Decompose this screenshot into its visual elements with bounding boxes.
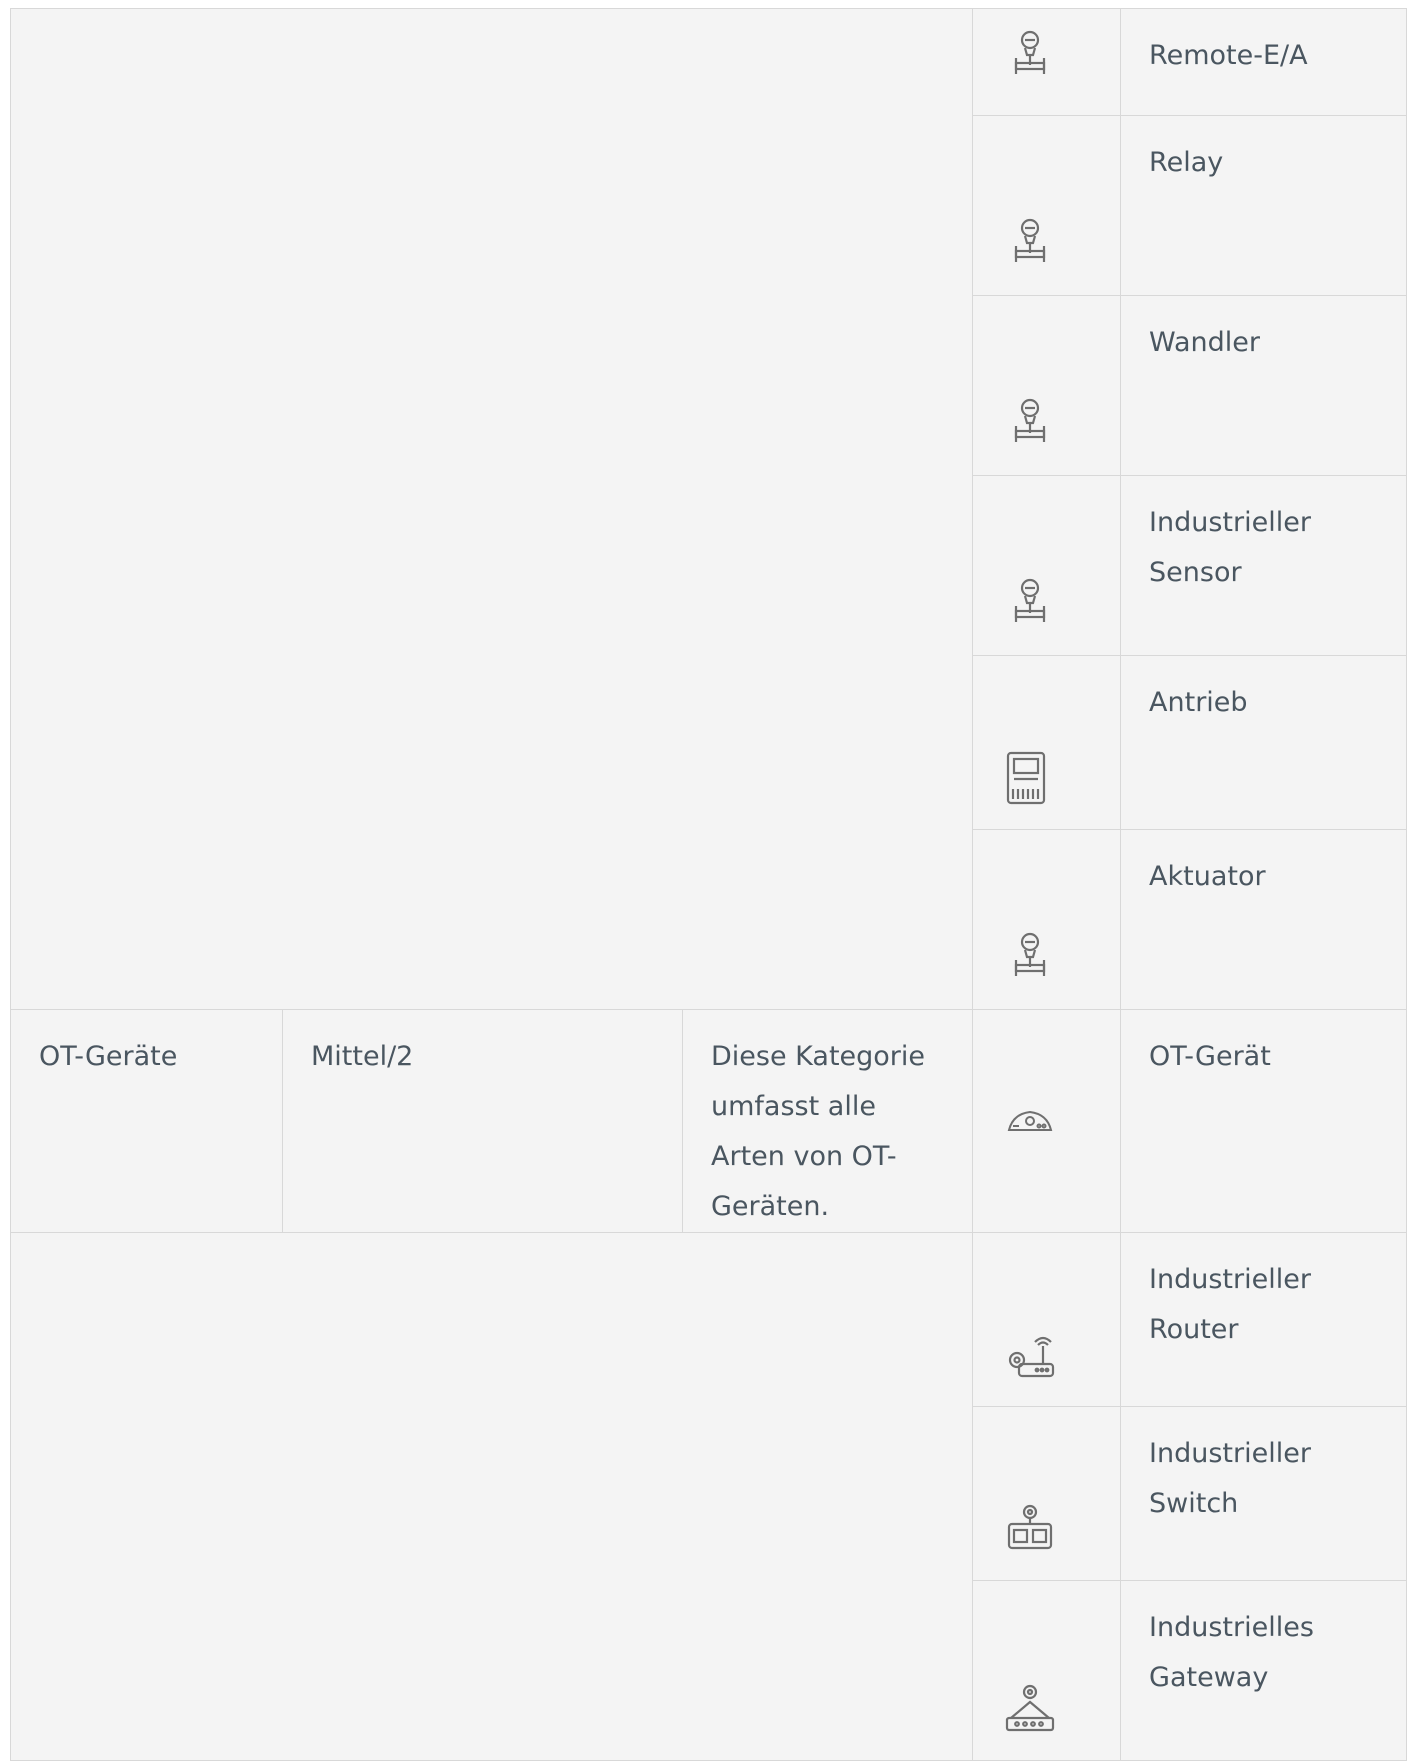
level-cell: Mittel/2 — [282, 1009, 683, 1233]
device-type-name: Aktuator — [1120, 829, 1408, 1010]
description-cell: Diese Kategorie umfasst alle Arten von O… — [681, 1009, 974, 1233]
empty-spanning-cell — [9, 8, 974, 1010]
device-type-name: Wandler — [1120, 295, 1408, 476]
icon-cell — [972, 8, 1122, 116]
category-cell: OT-Geräte — [10, 1009, 283, 1233]
device-type-name: Antrieb — [1120, 655, 1408, 830]
sensor-icon — [999, 573, 1061, 635]
icon-cell — [972, 829, 1122, 1010]
device-type-name: Relay — [1120, 115, 1408, 296]
device-type-name: Industrielles Gateway — [1120, 1580, 1408, 1761]
category-table: Remote-E/A Relay Wandler Industrieller S… — [9, 8, 1408, 1761]
drive-icon — [995, 747, 1057, 809]
industrial-gateway-icon — [999, 1678, 1061, 1740]
table-row: Remote-E/A — [9, 8, 1408, 1010]
device-type-name: Industrieller Router — [1120, 1232, 1408, 1407]
table-row-ot: OT-Geräte Mittel/2 Diese Kategorie umfas… — [10, 1009, 1408, 1233]
industrial-switch-icon — [999, 1498, 1061, 1560]
icon-cell — [972, 1232, 1122, 1407]
icon-cell — [972, 475, 1122, 656]
icon-cell — [972, 1580, 1122, 1761]
sensor-icon — [999, 927, 1061, 989]
icon-cell — [972, 115, 1122, 296]
device-type-name: Industrieller Sensor — [1120, 475, 1408, 656]
icon-cell — [972, 1009, 1122, 1233]
device-type-name: OT-Gerät — [1120, 1009, 1408, 1233]
ot-device-icon — [999, 1090, 1061, 1152]
empty-spanning-cell — [9, 1232, 974, 1761]
table-row: Industrieller Router — [9, 1232, 1408, 1761]
icon-cell — [972, 655, 1122, 830]
icon-cell — [972, 1406, 1122, 1581]
sensor-icon — [999, 213, 1061, 275]
sensor-icon — [999, 25, 1061, 87]
sensor-icon — [999, 393, 1061, 455]
device-type-name: Remote-E/A — [1120, 8, 1408, 116]
icon-cell — [972, 295, 1122, 476]
industrial-router-icon — [999, 1324, 1061, 1386]
device-type-name: Industrieller Switch — [1120, 1406, 1408, 1581]
